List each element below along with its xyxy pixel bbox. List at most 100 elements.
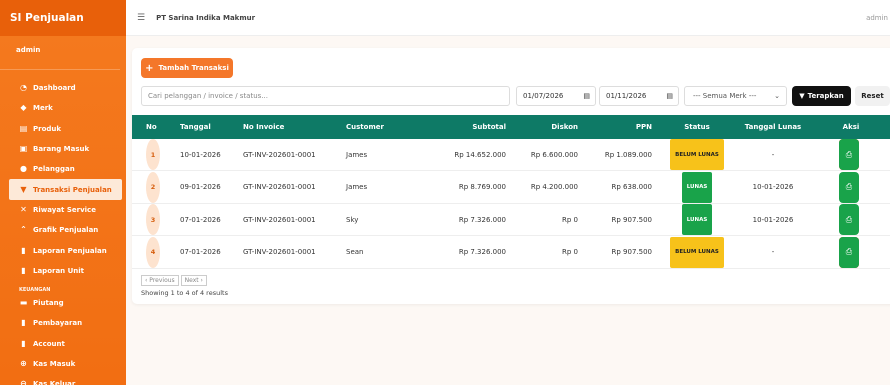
row-number-badge: 1 (146, 139, 160, 170)
table-header: No Tanggal No Invoice Customer Subtotal Disko… (132, 115, 890, 139)
cell-ppn: Rp 638.000 (611, 183, 652, 191)
apply-filter-button[interactable]: ▼ Terapkan (792, 86, 851, 106)
sidebar-item[interactable]: ▮ Laporan Penjualan (0, 240, 126, 260)
cell: LUNAS (665, 171, 729, 203)
sidebar-item[interactable]: ● Pelanggan (0, 159, 126, 179)
sidebar-item[interactable]: ⊖ Kas Keluar (0, 374, 126, 385)
cell-invoice: GT-INV-202601-0001 (243, 150, 316, 159)
cell: 09-01-2026 (180, 172, 240, 203)
column-header: Subtotal (472, 123, 506, 131)
cell: Rp 907.500 (582, 204, 652, 235)
cell: BELUM LUNAS (665, 236, 729, 268)
cell: - (732, 237, 814, 268)
sidebar-item-label: Dashboard (33, 84, 76, 93)
filter-icon: ▼ (799, 92, 805, 100)
cell: LUNAS (665, 204, 729, 235)
sidebar-item[interactable]: ▬ Piutang (0, 293, 126, 313)
sidebar-item[interactable]: ▤ Produk (0, 119, 126, 139)
cell: 10-01-2026 (732, 204, 814, 235)
date-to-input[interactable]: 01/11/2026 ▤ (599, 86, 679, 106)
date-to-value: 01/11/2026 (606, 92, 647, 100)
add-transaction-button[interactable]: + Tambah Transaksi (141, 58, 233, 78)
cell: 2 (146, 171, 168, 203)
cell: Rp 638.000 (582, 172, 652, 203)
row-actions: ✎⊘⎙ (814, 236, 888, 268)
dashboard-icon: ◔ (20, 83, 27, 93)
sidebar-item[interactable]: ⌃ Grafik Penjualan (0, 220, 126, 240)
prev-page-button[interactable]: ‹ Previous (141, 275, 179, 286)
sidebar-item[interactable]: ◔ Dashboard (0, 78, 126, 98)
sidebar-item[interactable]: ◆ Merk (0, 98, 126, 118)
sidebar-item[interactable]: ▮ Account (0, 334, 126, 354)
cell-ppn: Rp 1.089.000 (604, 150, 652, 159)
print-icon[interactable]: ⎙ (839, 236, 859, 268)
status-badge: BELUM LUNAS (670, 139, 724, 170)
sidebar-item[interactable]: ✕ Riwayat Service (0, 200, 126, 220)
sidebar-menu: ◔ Dashboard ◆ Merk ▤ Produk ▣ Barang Masuk ● Pela… (0, 78, 126, 385)
truck-icon: ▣ (19, 144, 28, 154)
cell: GT-INV-202601-0001 (243, 172, 343, 203)
sidebar-item[interactable]: ▮ Laporan Unit (0, 261, 126, 281)
calendar-icon[interactable]: ▤ (666, 92, 673, 100)
column-header: Diskon (551, 123, 578, 131)
topbar-user[interactable]: admin (866, 14, 888, 22)
table-row: 2 09-01-2026 GT-INV-202601-0001 James Rp 8.7… (132, 171, 890, 204)
row-actions: ✎⊘⎙ (814, 139, 888, 170)
cell: 4 (146, 236, 168, 268)
cell: 10-01-2026 (732, 172, 814, 203)
cart-icon: ▼ (20, 184, 27, 194)
search-input[interactable]: Cari pelanggan / invoice / status... (141, 86, 510, 106)
row-number-badge: 2 (146, 171, 160, 203)
column-header: Status (684, 123, 710, 131)
print-icon[interactable]: ⎙ (839, 204, 859, 235)
cell: Sean (346, 237, 416, 268)
cell: 07-01-2026 (180, 204, 240, 235)
cell: 07-01-2026 (180, 237, 240, 268)
date-from-input[interactable]: 01/07/2026 ▤ (516, 86, 596, 106)
cell: James (346, 139, 416, 170)
merk-select[interactable]: --- Semua Merk --- ⌄ (684, 86, 787, 106)
box-icon: ▤ (19, 123, 28, 133)
cell-tgl_lunas: - (771, 150, 775, 159)
app-brand[interactable]: SI Penjualan (0, 0, 126, 36)
status-badge: LUNAS (681, 204, 713, 235)
file-icon: ▮ (21, 265, 26, 275)
sidebar-item[interactable]: ▮ Pembayaran (0, 313, 126, 333)
sidebar-item[interactable]: ▣ Barang Masuk (0, 139, 126, 159)
cell: 10-01-2026 (180, 139, 240, 170)
row-number-badge: 3 (146, 204, 160, 235)
cell-subtotal: Rp 8.769.000 (458, 183, 506, 191)
cell: 3 (146, 204, 168, 235)
column-header: Tanggal (180, 123, 211, 131)
cell-diskon: Rp 0 (562, 215, 578, 224)
table-row: 1 10-01-2026 GT-INV-202601-0001 James Rp 14.… (132, 139, 890, 171)
next-page-button[interactable]: Next › (180, 275, 207, 286)
calendar-icon[interactable]: ▤ (583, 92, 590, 100)
cell: James (346, 172, 416, 203)
cell: Rp 7.326.000 (432, 237, 506, 268)
cell-tanggal: 07-01-2026 (180, 215, 221, 224)
status-badge: BELUM LUNAS (670, 236, 724, 268)
sidebar-item-label: Kas Keluar (33, 380, 76, 385)
apply-filter-label: Terapkan (807, 92, 844, 100)
sidebar-user: admin (0, 36, 120, 70)
reset-button[interactable]: Reset (855, 86, 890, 106)
card-icon: ▬ (19, 298, 28, 308)
sidebar-item[interactable]: ▼ Transaksi Penjualan (9, 179, 122, 200)
cell: Rp 907.500 (582, 237, 652, 268)
print-icon[interactable]: ⎙ (839, 171, 859, 203)
cell-tanggal: 07-01-2026 (180, 248, 221, 256)
cell-tgl_lunas: 10-01-2026 (752, 215, 794, 224)
sidebar-item[interactable]: ⊕ Kas Masuk (0, 354, 126, 374)
chevron-down-icon: ⌄ (774, 92, 780, 100)
cell-tanggal: 10-01-2026 (180, 150, 221, 159)
row-actions: ⎙ (814, 171, 888, 203)
menu-toggle-icon[interactable]: ☰ (137, 13, 145, 23)
chart-icon: ⌃ (20, 225, 27, 235)
topbar: ☰ PT Sarina Indika Makmur admin (126, 0, 890, 36)
cell-invoice: GT-INV-202601-0001 (243, 183, 316, 191)
sidebar-item-label: Pelanggan (33, 165, 75, 174)
print-icon[interactable]: ⎙ (839, 139, 859, 170)
file-icon: ▮ (21, 318, 26, 328)
sidebar-item-label: Transaksi Penjualan (33, 185, 112, 194)
